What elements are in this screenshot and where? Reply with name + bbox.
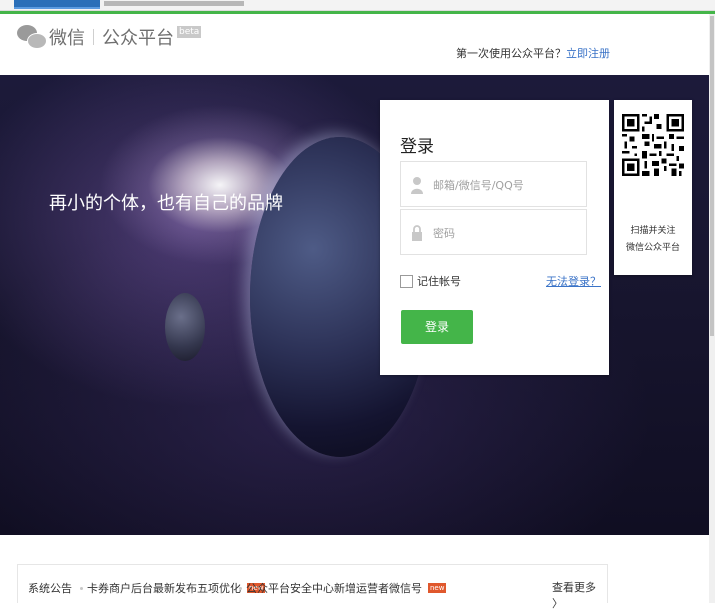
qr-caption-line1: 扫描并关注 bbox=[630, 226, 676, 236]
lock-icon bbox=[412, 225, 422, 241]
notice-item-text[interactable]: 公众平台安全中心新增运营者微信号 bbox=[246, 580, 422, 596]
qr-caption-line2: 微信公众平台 bbox=[625, 243, 680, 253]
remember-account[interactable]: 记住帐号 bbox=[400, 273, 461, 289]
register-link[interactable]: 立即注册 bbox=[566, 47, 610, 60]
hero-slogan: 再小的个体，也有自己的品牌 bbox=[49, 193, 283, 214]
browser-tab[interactable] bbox=[104, 1, 244, 6]
user-icon bbox=[411, 177, 423, 194]
logo-platform-text: 公众平台 bbox=[102, 28, 174, 49]
notice-label: 系统公告 bbox=[28, 582, 72, 595]
site-logo[interactable]: 微信 公众平台 beta bbox=[17, 24, 202, 50]
scrollbar-thumb[interactable] bbox=[710, 16, 714, 336]
account-input[interactable] bbox=[433, 174, 578, 196]
first-use-text: 第一次使用公众平台？ bbox=[456, 47, 566, 60]
notice-item[interactable]: 公众平台安全中心新增运营者微信号 new bbox=[239, 580, 447, 596]
bullet-icon bbox=[239, 586, 242, 590]
login-button[interactable]: 登录 bbox=[401, 310, 473, 344]
view-more-link[interactable]: 查看更多 〉 bbox=[552, 579, 607, 611]
cant-login-link[interactable]: 无法登录？ bbox=[546, 273, 601, 289]
beta-badge: beta bbox=[177, 26, 202, 38]
wechat-logo-icon bbox=[17, 25, 47, 49]
system-notice-bar: 系统公告 卡券商户后台最新发布五项优化 new 公众平台安全中心新增运营者微信号… bbox=[17, 564, 608, 610]
remember-label: 记住帐号 bbox=[417, 275, 461, 288]
view-more-text[interactable]: 查看更多 bbox=[552, 581, 596, 594]
login-title: 登录 bbox=[400, 137, 434, 157]
browser-tab-strip bbox=[0, 0, 715, 11]
logo-divider bbox=[93, 29, 94, 45]
browser-tab-active[interactable] bbox=[14, 0, 100, 9]
password-field[interactable] bbox=[400, 209, 587, 255]
moon-image bbox=[165, 293, 205, 361]
qr-caption: 扫描并关注 微信公众平台 bbox=[614, 223, 692, 257]
first-use-prompt: 第一次使用公众平台？立即注册 bbox=[456, 45, 610, 61]
qr-panel: 扫描并关注 微信公众平台 bbox=[614, 100, 692, 275]
login-panel: 登录 记住帐号 无法登录？ 登录 bbox=[380, 100, 609, 375]
new-badge: new bbox=[428, 583, 447, 593]
chevron-right-icon: 〉 bbox=[552, 597, 563, 610]
notice-item[interactable]: 卡券商户后台最新发布五项优化 new bbox=[80, 580, 266, 596]
bullet-icon bbox=[80, 586, 83, 590]
password-input[interactable] bbox=[433, 222, 578, 244]
logo-wechat-text: 微信 bbox=[49, 28, 85, 49]
notice-item-text[interactable]: 卡券商户后台最新发布五项优化 bbox=[87, 580, 241, 596]
scrollbar[interactable] bbox=[709, 14, 715, 603]
account-field[interactable] bbox=[400, 161, 587, 207]
remember-checkbox[interactable] bbox=[400, 274, 413, 288]
qr-code-image bbox=[622, 114, 684, 176]
